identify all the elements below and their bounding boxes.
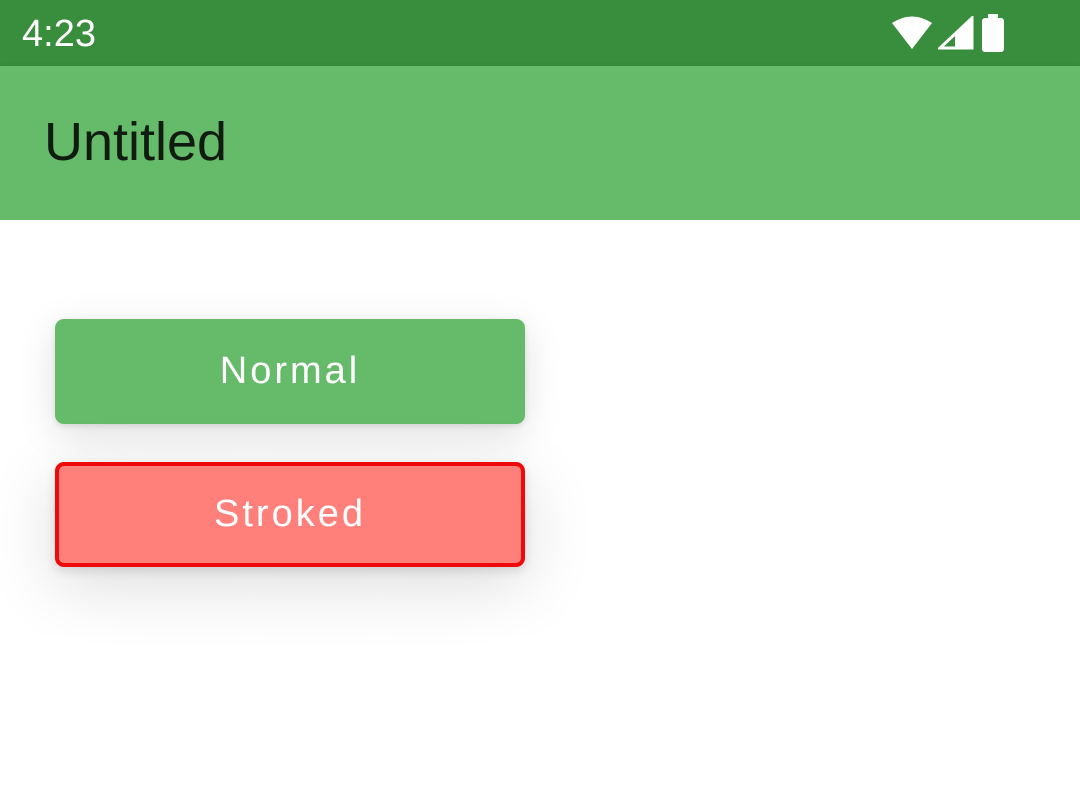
page-title: Untitled xyxy=(44,112,228,172)
status-time: 4:23 xyxy=(22,13,96,55)
stroked-button[interactable]: Stroked xyxy=(55,462,525,567)
battery-icon xyxy=(980,14,1006,52)
normal-button-label: Normal xyxy=(219,350,361,392)
status-icons xyxy=(892,14,1006,52)
stroked-button-label: Stroked xyxy=(214,493,366,535)
status-bar: 4:23 xyxy=(0,0,1080,66)
wifi-icon xyxy=(892,16,932,50)
normal-button[interactable]: Normal xyxy=(55,319,525,424)
app-bar: Untitled xyxy=(0,66,1080,220)
cellular-signal-icon xyxy=(938,16,974,50)
main-content: Normal Stroked xyxy=(0,220,1080,800)
